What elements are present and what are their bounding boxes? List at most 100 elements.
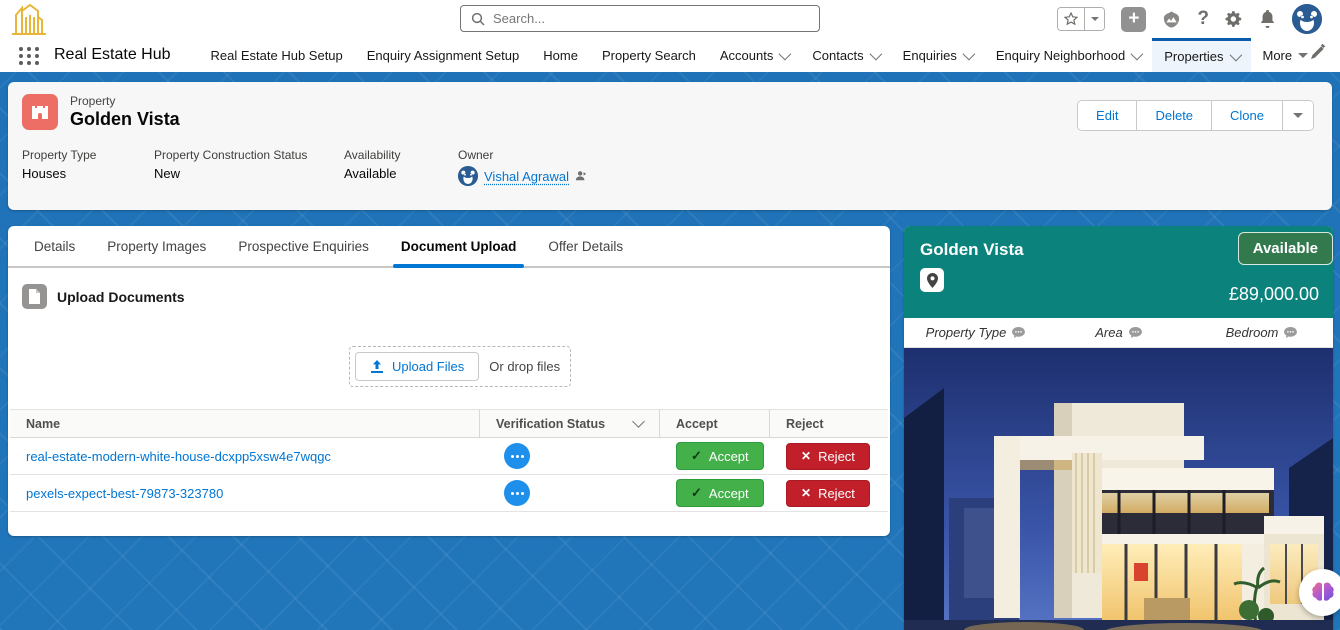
column-header-reject[interactable]: Reject	[770, 410, 888, 437]
global-search[interactable]	[460, 5, 820, 32]
chevron-down-icon	[1131, 47, 1144, 60]
field-property-type: Property Type Houses	[22, 148, 154, 186]
favorite-star-button[interactable]	[1058, 8, 1084, 30]
check-icon: ✓	[691, 448, 702, 464]
global-header: + ?	[0, 0, 1340, 38]
nav-item-enquiry-assignment-setup[interactable]: Enquiry Assignment Setup	[355, 38, 531, 72]
record-tabs: Details Property Images Prospective Enqu…	[8, 226, 890, 268]
help-icon[interactable]: ?	[1197, 8, 1209, 30]
chevron-down-icon	[779, 47, 792, 60]
real-estate-hub-app: + ? Real Estate Hub Real Estate Hub Setu…	[0, 0, 1340, 630]
tab-prospective-enquiries[interactable]: Prospective Enquiries	[222, 226, 385, 266]
ai-assistant-button[interactable]	[1299, 569, 1340, 616]
meta-property-type: Property Type	[904, 325, 1047, 340]
caret-down-icon	[1298, 53, 1308, 58]
property-record-icon	[22, 94, 58, 130]
property-meta-row: Property Type Area Bedroom	[904, 318, 1333, 348]
verification-status-menu-button[interactable]	[504, 480, 530, 506]
nav-item-enquiry-neighborhood[interactable]: Enquiry Neighborhood	[984, 38, 1152, 72]
property-card-header: Golden Vista Available £89,000.00	[904, 226, 1333, 318]
upload-documents-title: Upload Documents	[57, 289, 185, 305]
column-header-accept[interactable]: Accept	[660, 410, 770, 437]
more-actions-dropdown-button[interactable]	[1283, 101, 1313, 130]
table-row: real-estate-modern-white-house-dcxpp5xsw…	[10, 438, 888, 475]
upload-icon	[370, 360, 384, 374]
nav-item-properties[interactable]: Properties	[1152, 38, 1250, 72]
edit-button[interactable]: Edit	[1078, 101, 1137, 130]
reject-button[interactable]: ✕Reject	[786, 480, 870, 507]
notifications-bell-icon[interactable]	[1259, 10, 1276, 28]
record-actions: Edit Delete Clone	[1077, 100, 1314, 131]
document-icon	[22, 284, 47, 309]
delete-button[interactable]: Delete	[1137, 101, 1212, 130]
chevron-down-icon	[869, 47, 882, 60]
nav-item-contacts[interactable]: Contacts	[800, 38, 890, 72]
documents-table: Name Verification Status Accept Reject r…	[10, 409, 888, 512]
property-price: £89,000.00	[1229, 284, 1319, 305]
accept-button[interactable]: ✓Accept	[676, 479, 764, 507]
document-link[interactable]: pexels-expect-best-79873-323780	[26, 486, 223, 501]
field-property-construction-status: Property Construction Status New	[154, 148, 344, 186]
or-drop-files-label: Or drop files	[489, 359, 560, 374]
favorites-dropdown-button[interactable]	[1084, 8, 1104, 30]
setup-gear-icon[interactable]	[1225, 10, 1243, 28]
app-launcher-icon[interactable]	[18, 45, 40, 67]
app-name: Real Estate Hub	[54, 46, 171, 64]
nav-item-enquiries[interactable]: Enquiries	[891, 38, 984, 72]
file-dropzone[interactable]: Upload Files Or drop files	[349, 346, 571, 387]
chevron-down-icon	[632, 415, 645, 428]
tab-property-images[interactable]: Property Images	[91, 226, 222, 266]
reject-button[interactable]: ✕Reject	[786, 443, 870, 470]
company-logo-icon	[8, 1, 48, 37]
clone-button[interactable]: Clone	[1212, 101, 1283, 130]
chevron-down-icon	[962, 47, 975, 60]
comment-bubble-icon[interactable]	[1129, 327, 1142, 338]
search-icon	[471, 12, 485, 26]
field-owner: Owner Vishal Agrawal	[458, 148, 1318, 186]
column-header-verification-status[interactable]: Verification Status	[480, 410, 660, 437]
owner-avatar	[458, 166, 478, 186]
upload-files-button[interactable]: Upload Files	[355, 352, 479, 381]
record-detail-panel: Details Property Images Prospective Enqu…	[8, 226, 890, 536]
meta-bedroom: Bedroom	[1190, 325, 1333, 340]
meta-area: Area	[1047, 325, 1190, 340]
documents-table-header: Name Verification Status Accept Reject	[10, 409, 888, 438]
caret-down-icon	[1293, 113, 1303, 118]
property-summary-card: Golden Vista Available £89,000.00 Proper…	[904, 226, 1333, 630]
x-icon: ✕	[801, 486, 811, 500]
brain-icon	[1311, 582, 1335, 604]
change-owner-icon[interactable]	[575, 170, 587, 182]
nav-item-real-estate-hub-setup[interactable]: Real Estate Hub Setup	[199, 38, 355, 72]
search-input[interactable]	[493, 11, 809, 26]
location-pin-button[interactable]	[920, 268, 944, 292]
accept-button[interactable]: ✓Accept	[676, 442, 764, 470]
record-title: Golden Vista	[70, 109, 180, 130]
edit-navigation-pencil-icon[interactable]	[1311, 44, 1326, 59]
chevron-down-icon	[1229, 49, 1242, 62]
document-link[interactable]: real-estate-modern-white-house-dcxpp5xsw…	[26, 449, 331, 464]
table-row: pexels-expect-best-79873-323780 ✓Accept …	[10, 475, 888, 512]
navigation-bar: Real Estate Hub Real Estate Hub Setup En…	[0, 38, 1340, 72]
global-actions-add-button[interactable]: +	[1121, 7, 1146, 32]
nav-item-accounts[interactable]: Accounts	[708, 38, 800, 72]
tab-details[interactable]: Details	[18, 226, 91, 266]
guidance-center-icon[interactable]	[1162, 10, 1181, 29]
user-avatar[interactable]	[1292, 4, 1322, 34]
tab-offer-details[interactable]: Offer Details	[532, 226, 639, 266]
favorites-control	[1057, 7, 1105, 31]
check-icon: ✓	[691, 485, 702, 501]
column-header-name[interactable]: Name	[10, 410, 480, 437]
comment-bubble-icon[interactable]	[1284, 327, 1297, 338]
verification-status-menu-button[interactable]	[504, 443, 530, 469]
owner-link[interactable]: Vishal Agrawal	[484, 169, 569, 184]
tab-document-upload[interactable]: Document Upload	[385, 226, 533, 266]
x-icon: ✕	[801, 449, 811, 463]
comment-bubble-icon[interactable]	[1012, 327, 1025, 338]
caret-down-icon	[1091, 17, 1099, 21]
entity-label: Property	[70, 94, 180, 108]
nav-item-more[interactable]: More	[1251, 38, 1321, 72]
nav-item-property-search[interactable]: Property Search	[590, 38, 708, 72]
property-photo	[904, 348, 1333, 630]
record-header: Property Golden Vista Edit Delete Clone …	[8, 82, 1332, 210]
nav-item-home[interactable]: Home	[531, 38, 590, 72]
